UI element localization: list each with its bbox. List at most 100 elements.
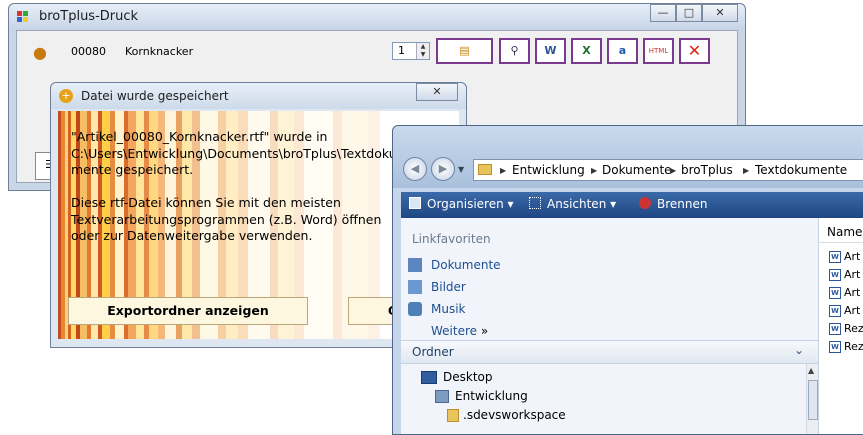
word-document-icon: W: [829, 269, 841, 281]
window-title: broTplus-Druck: [39, 9, 139, 24]
organize-button[interactable]: Organisieren ▾: [409, 197, 514, 211]
article-number: 00080: [71, 45, 106, 58]
bread-icon: ●: [33, 43, 47, 62]
app-icon: [17, 11, 29, 23]
preview-button[interactable]: ⚲: [499, 38, 530, 64]
close-toolbar-button[interactable]: ✕: [679, 38, 710, 64]
file-name: Rez: [844, 340, 863, 353]
chevron-down-icon[interactable]: ⌄: [794, 343, 804, 357]
file-name: Rez: [844, 322, 863, 335]
views-button[interactable]: Ansichten ▾: [529, 197, 616, 211]
scroll-up-icon[interactable]: ▲: [808, 366, 814, 375]
favorite-pictures[interactable]: Bilder: [431, 280, 466, 294]
excel-export-button[interactable]: X: [571, 38, 602, 64]
breadcrumb-item[interactable]: broTplus: [681, 160, 733, 180]
maximize-button[interactable]: □: [676, 4, 702, 22]
close-button[interactable]: ✕: [702, 4, 738, 22]
music-icon: [408, 302, 422, 316]
copies-spinner[interactable]: 1 ▲ ▼: [392, 42, 430, 60]
column-header-name[interactable]: Name: [819, 224, 863, 243]
folder-icon: [478, 164, 492, 175]
message-line: mente gespeichert.: [71, 162, 194, 177]
favorite-documents[interactable]: Dokumente: [431, 258, 501, 272]
user-folder-icon: [435, 390, 449, 403]
address-bar[interactable]: ▶ Entwicklung ▶ Dokumente ▶ broTplus ▶ T…: [473, 159, 863, 181]
file-name: Art: [844, 250, 861, 263]
file-name: Art: [844, 286, 861, 299]
double-chevron-icon: »: [480, 324, 489, 338]
explorer-window: ◀ ▶ ▼ ▶ Entwicklung ▶ Dokumente ▶ broTpl…: [392, 125, 863, 435]
list-button[interactable]: ▤: [436, 38, 493, 64]
chevron-right-icon[interactable]: ▶: [743, 161, 749, 181]
close-icon: ✕: [687, 41, 702, 60]
organize-label: Organisieren: [427, 197, 504, 211]
explorer-titlebar[interactable]: ◀ ▶ ▼ ▶ Entwicklung ▶ Dokumente ▶ broTpl…: [393, 126, 863, 188]
message-line: Textverarbeitungsprogrammen (z.B. Word) …: [71, 211, 382, 227]
command-bar: Organisieren ▾ Ansichten ▾ Brennen: [401, 192, 863, 218]
list-icon: ▤: [459, 44, 470, 57]
pictures-icon: [408, 280, 422, 294]
dialog-message: "Artikel_00080_Kornknacker.rtf" wurde in…: [71, 129, 397, 245]
views-label: Ansichten: [547, 197, 607, 211]
preview-icon: ⚲: [510, 44, 519, 57]
chevron-right-icon[interactable]: ▶: [500, 161, 506, 181]
word-document-icon: W: [829, 251, 841, 263]
history-dropdown-icon[interactable]: ▼: [458, 165, 464, 174]
word-document-icon: W: [829, 305, 841, 317]
word-export-icon: W: [544, 44, 557, 57]
back-button[interactable]: ◀: [403, 157, 427, 181]
scroll-thumb[interactable]: [808, 380, 818, 420]
folder-icon: [447, 409, 459, 422]
spinner-arrows[interactable]: ▲ ▼: [416, 43, 429, 59]
more-label: Weitere: [431, 324, 478, 338]
file-name: Art: [844, 268, 861, 281]
views-icon: [529, 197, 541, 209]
folders-header[interactable]: Ordner ⌄: [401, 340, 818, 364]
burn-label: Brennen: [657, 197, 708, 211]
message-line: "Artikel_00080_Kornknacker.rtf" wurde in: [71, 129, 328, 144]
text-export-button[interactable]: a: [607, 38, 638, 64]
tree-item-entwicklung[interactable]: Entwicklung: [455, 389, 528, 403]
html-export-button[interactable]: HTML: [643, 38, 674, 64]
dialog-title-bar[interactable]: + Datei wurde gespeichert ✕: [51, 83, 466, 109]
dialog-close-button[interactable]: ✕: [416, 83, 458, 101]
navigation-pane: Linkfavoriten Dokumente Bilder Musik Wei…: [401, 218, 819, 434]
folders-label: Ordner: [412, 345, 454, 359]
message-line: [71, 179, 397, 196]
html-export-icon: HTML: [648, 47, 669, 55]
burn-button[interactable]: Brennen: [639, 197, 707, 211]
burn-icon: [639, 197, 651, 209]
word-document-icon: W: [829, 287, 841, 299]
text-export-icon: a: [618, 44, 627, 57]
documents-icon: [408, 258, 422, 272]
favorites-header: Linkfavoriten: [412, 232, 491, 246]
tree-item-sdevsworkspace[interactable]: .sdevsworkspace: [463, 408, 566, 422]
brotplus-icon: +: [59, 89, 73, 103]
title-bar[interactable]: broTplus-Druck — □ ✕: [9, 4, 745, 30]
favorite-music[interactable]: Musik: [431, 302, 466, 316]
column-name-label: Name: [827, 225, 863, 239]
message-line: Diese rtf-Datei können Sie mit den meist…: [71, 195, 341, 210]
excel-export-icon: X: [582, 44, 591, 57]
copies-value: 1: [398, 44, 405, 57]
article-name: Kornknacker: [125, 45, 194, 58]
file-list: Name W Art W Art W Art W Art W Rez W Rez: [818, 218, 863, 434]
breadcrumb-item[interactable]: Textdokumente: [755, 160, 847, 180]
tree-item-desktop[interactable]: Desktop: [443, 370, 493, 384]
message-line: C:\Users\Entwicklung\Documents\broTplus\…: [71, 145, 397, 161]
forward-button[interactable]: ▶: [431, 157, 455, 181]
breadcrumb-item[interactable]: Entwicklung: [512, 160, 585, 180]
more-favorites-link[interactable]: Weitere »: [431, 324, 488, 338]
minimize-button[interactable]: —: [650, 4, 676, 22]
message-line: oder zur Datenweitergabe verwenden.: [71, 228, 313, 243]
chevron-right-icon[interactable]: ▶: [591, 161, 597, 181]
organize-icon: [409, 197, 421, 209]
show-export-folder-button[interactable]: Exportordner anzeigen: [68, 297, 308, 325]
word-document-icon: W: [829, 323, 841, 335]
dialog-title: Datei wurde gespeichert: [81, 89, 229, 103]
desktop-icon: [421, 371, 437, 384]
breadcrumb-item[interactable]: Dokumente: [602, 160, 672, 180]
word-document-icon: W: [829, 341, 841, 353]
word-export-button[interactable]: W: [535, 38, 566, 64]
chevron-right-icon[interactable]: ▶: [670, 161, 676, 181]
